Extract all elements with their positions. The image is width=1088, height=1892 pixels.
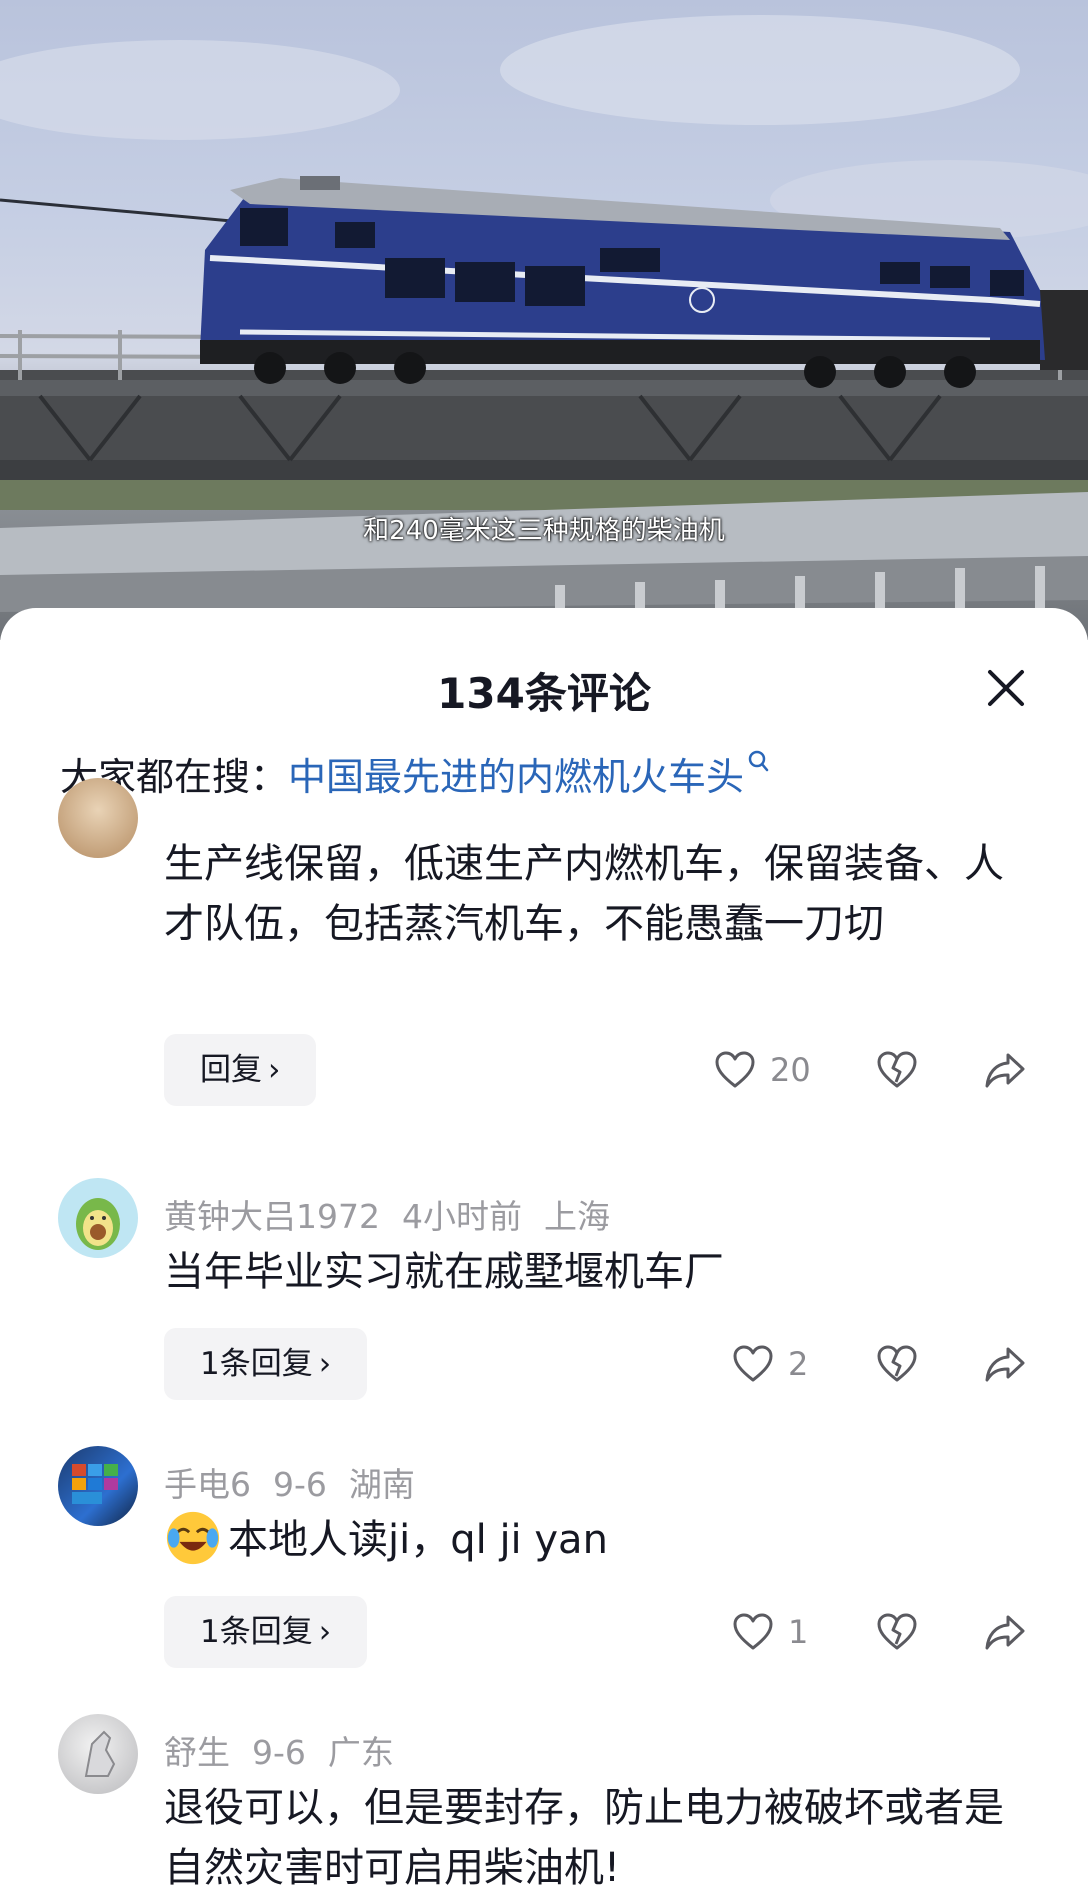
windows-tiles-avatar-icon [72, 1464, 118, 1504]
share-button[interactable] [984, 1048, 1026, 1092]
username[interactable]: 黄钟大吕1972 [164, 1197, 380, 1236]
comment-text-content: 本地人读ji，ql ji yan [228, 1517, 608, 1563]
chevron-right-icon: › [318, 1346, 332, 1382]
reply-button[interactable]: 1条回复 › [164, 1328, 368, 1400]
video-player[interactable]: 和240毫米这三种规格的柴油机 [0, 0, 1088, 640]
like-count: 2 [788, 1345, 809, 1383]
dislike-button[interactable] [876, 1048, 918, 1092]
chevron-right-icon: › [318, 1614, 332, 1650]
timestamp: 4小时前 [401, 1197, 522, 1236]
comment-count-title: 134条评论 [437, 669, 651, 718]
heart-outline-icon [715, 1051, 755, 1088]
comment-sheet: 134条评论 大家都在搜：中国最先进的内燃机火车头 生产线保留，低速生产内燃机车… [0, 608, 1088, 1892]
broken-heart-icon [877, 1345, 917, 1382]
share-button[interactable] [984, 1610, 1026, 1654]
comment-text: 本地人读ji，ql ji yan [164, 1510, 1024, 1570]
chevron-right-icon: › [268, 1052, 281, 1088]
reply-label: 1条回复 [200, 1614, 313, 1650]
username[interactable]: 手电6 [164, 1465, 251, 1504]
share-arrow-icon [985, 1053, 1025, 1088]
close-icon[interactable] [984, 666, 1028, 710]
broken-heart-icon [877, 1613, 917, 1650]
like-button[interactable]: 1 [732, 1610, 808, 1654]
reply-label: 回复 [200, 1052, 262, 1088]
avatar[interactable] [58, 1178, 138, 1258]
heart-outline-icon [733, 1613, 773, 1650]
horse-avatar-icon [84, 1730, 116, 1777]
location: 广东 [327, 1733, 394, 1772]
comment-text: 生产线保留，低速生产内燃机车，保留装备、人才队伍，包括蒸汽机车，不能愚蠢一刀切 [164, 841, 1004, 947]
reply-button[interactable]: 回复 › [164, 1034, 317, 1106]
share-arrow-icon [985, 1347, 1025, 1382]
avocado-avatar-icon [76, 1198, 120, 1250]
location: 湖南 [348, 1465, 415, 1504]
reply-button[interactable]: 1条回复 › [164, 1596, 368, 1668]
like-count: 1 [788, 1613, 809, 1651]
trending-search-term[interactable]: 中国最先进的内燃机火车头 [288, 755, 744, 799]
location: 上海 [543, 1197, 610, 1236]
username[interactable]: 舒生 [164, 1733, 230, 1772]
avatar[interactable] [58, 778, 138, 858]
video-subtitle: 和240毫米这三种规格的柴油机 [363, 516, 725, 546]
dislike-button[interactable] [876, 1342, 918, 1386]
comment-text: 当年毕业实习就在戚墅堰机车厂 [164, 1249, 724, 1295]
laughing-crying-emoji-icon [166, 1511, 220, 1565]
trending-search[interactable]: 大家都在搜：中国最先进的内燃机火车头 [60, 746, 770, 801]
like-count: 20 [770, 1051, 811, 1089]
comment-text: 退役可以，但是要封存，防止电力被破坏或者是自然灾害时可启用柴油机! [164, 1785, 1004, 1891]
share-button[interactable] [984, 1342, 1026, 1386]
share-arrow-icon [985, 1615, 1025, 1650]
like-button[interactable]: 20 [714, 1048, 811, 1092]
heart-outline-icon [733, 1345, 773, 1382]
comment-meta: 黄钟大吕1972 4小时前 上海 [164, 1190, 632, 1238]
timestamp: 9-6 [273, 1465, 327, 1504]
broken-heart-icon [877, 1051, 917, 1088]
timestamp: 9-6 [252, 1733, 306, 1772]
dislike-button[interactable] [876, 1610, 918, 1654]
avatar[interactable] [58, 1446, 138, 1526]
reply-label: 1条回复 [200, 1346, 313, 1382]
search-icon [748, 750, 769, 772]
comment-meta: 手电6 9-6 湖南 [164, 1458, 437, 1506]
avatar[interactable] [58, 1714, 138, 1794]
like-button[interactable]: 2 [732, 1342, 808, 1386]
comment-meta: 舒生 9-6 广东 [164, 1726, 416, 1774]
